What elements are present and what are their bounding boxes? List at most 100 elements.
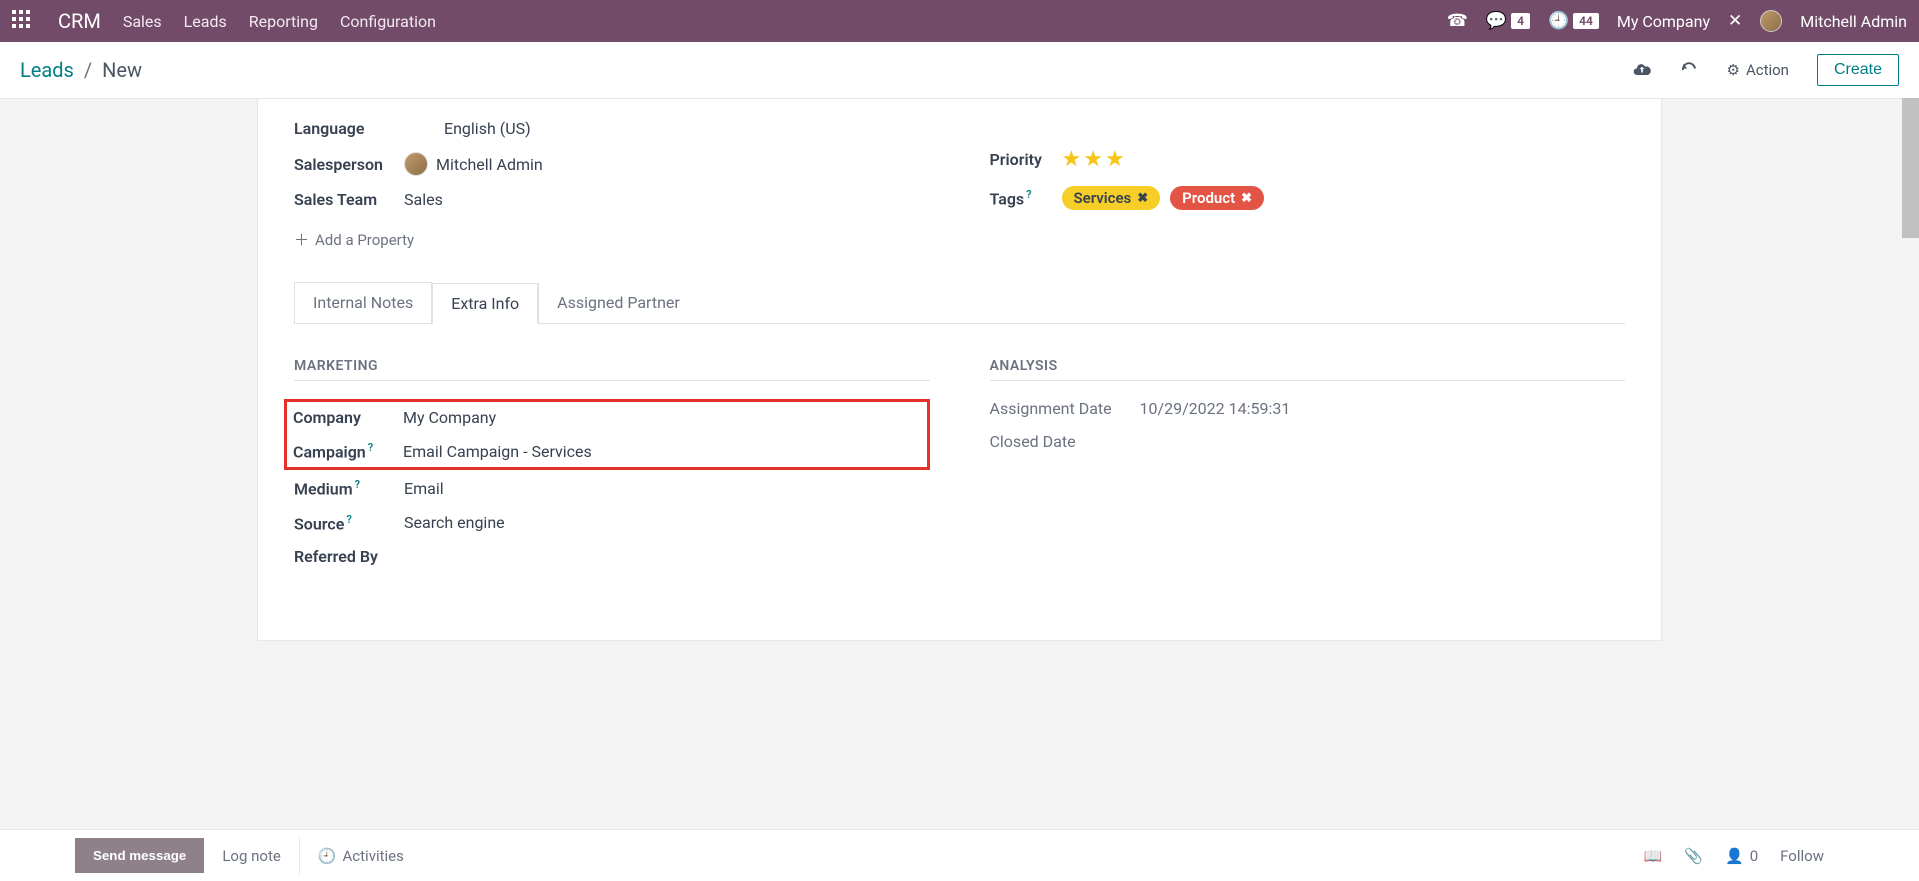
label-medium: Medium? [294,478,404,498]
wrench-icon[interactable]: ✕ [1728,11,1742,31]
book-icon[interactable]: 📖 [1644,847,1663,865]
tab-assigned-partner[interactable]: Assigned Partner [538,282,699,323]
value-salesperson[interactable]: Mitchell Admin [404,152,543,176]
follow-button[interactable]: Follow [1780,847,1824,865]
tags-container[interactable]: Services✖ Product✖ [1062,186,1271,210]
help-icon[interactable]: ? [346,513,351,526]
field-closed-date: Closed Date [990,432,1626,451]
tag-remove-icon[interactable]: ✖ [1241,191,1252,206]
nav-link-leads[interactable]: Leads [184,12,227,31]
followers-count[interactable]: 👤 0 [1725,847,1758,865]
create-button[interactable]: Create [1817,54,1899,86]
clock-icon: 🕘 [1548,11,1569,31]
tag-product[interactable]: Product✖ [1170,186,1264,210]
send-message-button[interactable]: Send message [75,838,204,873]
salesperson-name: Mitchell Admin [436,155,543,174]
app-title[interactable]: CRM [58,9,101,33]
scrollbar-thumb[interactable] [1902,98,1919,238]
analysis-heading: ANALYSIS [990,358,1626,381]
clock-outline-icon: 🕘 [318,847,337,865]
user-avatar[interactable] [1760,10,1782,32]
nav-right: ☎ 💬 4 🕘 44 My Company ✕ Mitchell Admin [1447,10,1907,32]
value-medium[interactable]: Email [404,479,444,498]
breadcrumb-sep: / [84,58,92,82]
field-salesperson: Salesperson Mitchell Admin [294,152,930,176]
add-property-button[interactable]: ＋ Add a Property [294,229,414,250]
value-source[interactable]: Search engine [404,513,505,532]
activity-badge[interactable]: 🕘 44 [1548,11,1599,31]
log-note-button[interactable]: Log note [204,837,299,875]
value-language[interactable]: English (US) [444,119,531,138]
label-closed-date: Closed Date [990,432,1140,451]
field-company: Company My Company [293,408,921,427]
help-icon[interactable]: ? [1026,188,1031,201]
field-medium: Medium? Email [294,478,930,498]
form-top-cols: Language English (US) Salesperson Mitche… [294,119,1625,250]
plus-icon: ＋ [294,229,309,250]
nav-link-reporting[interactable]: Reporting [249,12,318,31]
phone-icon[interactable]: ☎ [1447,11,1468,31]
top-navbar: CRM Sales Leads Reporting Configuration … [0,0,1919,42]
control-actions: ⚙ Action Create [1632,54,1899,86]
tab-internal-notes[interactable]: Internal Notes [294,282,432,323]
action-dropdown[interactable]: ⚙ Action [1726,61,1788,79]
label-salesteam: Sales Team [294,190,404,209]
value-salesteam[interactable]: Sales [404,190,443,209]
nav-link-sales[interactable]: Sales [123,12,162,31]
field-priority: Priority ★★★ [990,147,1626,172]
gear-icon: ⚙ [1726,61,1739,79]
chat-count: 4 [1511,13,1530,29]
chat-icon: 💬 [1486,11,1507,31]
attachment-icon[interactable]: 📎 [1684,847,1703,865]
salesperson-avatar [404,152,428,176]
value-company[interactable]: My Company [403,408,496,427]
action-label: Action [1746,61,1789,79]
label-priority: Priority [990,150,1062,169]
field-source: Source? Search engine [294,513,930,533]
value-campaign[interactable]: Email Campaign - Services [403,442,592,461]
control-bar: Leads / New ⚙ Action Create [0,42,1919,99]
activities-button[interactable]: 🕘 Activities [300,837,422,875]
add-property-label: Add a Property [315,231,414,249]
chatter-right: 📖 📎 👤 0 Follow [1644,847,1919,865]
analysis-col: ANALYSIS Assignment Date 10/29/2022 14:5… [990,324,1626,580]
discard-icon[interactable] [1680,61,1698,79]
help-icon[interactable]: ? [368,441,373,454]
chatter-bar: Send message Log note 🕘 Activities 📖 📎 👤… [0,829,1919,881]
nav-link-configuration[interactable]: Configuration [340,12,436,31]
highlight-box: Company My Company Campaign? Email Campa… [284,399,930,470]
label-tags: Tags? [990,188,1062,208]
person-icon: 👤 [1725,847,1744,865]
label-company: Company [293,408,403,427]
label-assignment-date: Assignment Date [990,399,1140,418]
marketing-col: MARKETING Company My Company Campaign? E… [294,324,930,580]
tag-services[interactable]: Services✖ [1062,186,1161,210]
breadcrumb-current: New [102,58,142,82]
user-name[interactable]: Mitchell Admin [1800,12,1907,31]
breadcrumb-root[interactable]: Leads [20,58,74,82]
label-salesperson: Salesperson [294,155,404,174]
field-salesteam: Sales Team Sales [294,190,930,209]
tag-remove-icon[interactable]: ✖ [1137,191,1148,206]
value-assignment-date: 10/29/2022 14:59:31 [1140,399,1291,418]
tab-extra-info[interactable]: Extra Info [432,283,538,324]
priority-stars[interactable]: ★★★ [1062,147,1127,172]
marketing-heading: MARKETING [294,358,930,381]
field-referred: Referred By [294,547,930,566]
save-cloud-icon[interactable] [1632,60,1652,80]
activity-count: 44 [1573,13,1599,29]
label-source: Source? [294,513,404,533]
field-campaign: Campaign? Email Campaign - Services [293,441,921,461]
tabs: Internal Notes Extra Info Assigned Partn… [294,282,1625,324]
help-icon[interactable]: ? [355,478,360,491]
col-right: Priority ★★★ Tags? Services✖ Product✖ [990,119,1626,250]
label-referred: Referred By [294,547,404,566]
col-left: Language English (US) Salesperson Mitche… [294,119,930,250]
nav-left: CRM Sales Leads Reporting Configuration [12,9,436,33]
form-sheet-wrap: Language English (US) Salesperson Mitche… [0,99,1919,830]
chat-badge[interactable]: 💬 4 [1486,11,1530,31]
form-sheet: Language English (US) Salesperson Mitche… [257,99,1662,641]
label-language: Language [294,119,404,138]
company-switcher[interactable]: My Company [1617,12,1710,31]
apps-icon[interactable] [12,10,30,32]
